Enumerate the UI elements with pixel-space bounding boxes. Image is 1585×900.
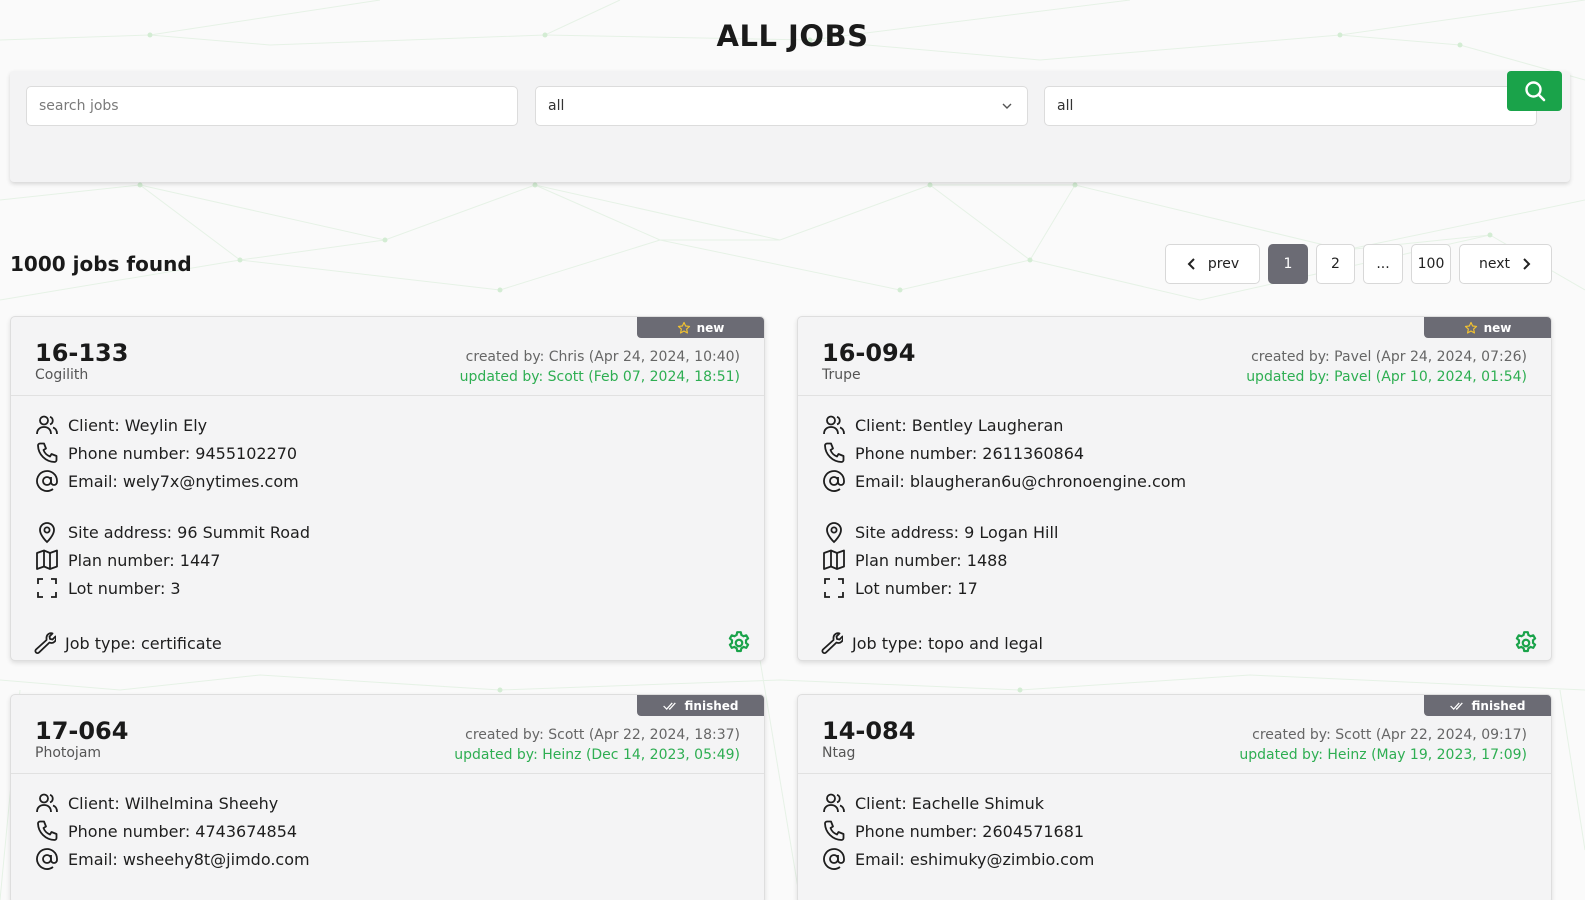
page-ellipsis: ... bbox=[1363, 244, 1403, 284]
page-title: ALL JOBS bbox=[716, 19, 869, 53]
gear-icon[interactable] bbox=[1513, 630, 1539, 656]
wrench-icon bbox=[32, 631, 56, 655]
job-number: 16-133 bbox=[35, 339, 129, 367]
email-row: Email: blaugheran6u@chronoengine.com bbox=[822, 469, 1186, 493]
job-card[interactable]: new 16-094 Trupe created by: Pavel (Apr … bbox=[797, 316, 1552, 661]
at-sign-icon bbox=[822, 469, 846, 493]
jobtype-row: Job type: topo and legal bbox=[819, 631, 1043, 655]
prev-label: prev bbox=[1207, 256, 1240, 272]
users-icon bbox=[35, 791, 59, 815]
search-panel: all all bbox=[10, 71, 1570, 182]
job-card-header: 16-094 Trupe created by: Pavel (Apr 24, … bbox=[798, 317, 1551, 396]
client-row: Client: Bentley Laugheran bbox=[822, 413, 1063, 437]
updated-by: updated by: Pavel (Apr 10, 2024, 01:54) bbox=[1246, 369, 1527, 385]
frame-icon bbox=[35, 576, 59, 600]
phone-row: Phone number: 2604571681 bbox=[822, 819, 1084, 843]
chevron-right-icon bbox=[1523, 258, 1531, 270]
job-company: Cogilith bbox=[35, 367, 89, 383]
updated-by: updated by: Scott (Feb 07, 2024, 18:51) bbox=[459, 369, 740, 385]
phone-icon bbox=[822, 819, 846, 843]
next-page-button[interactable]: next bbox=[1459, 244, 1552, 284]
gear-icon[interactable] bbox=[726, 630, 752, 656]
search-input[interactable] bbox=[39, 98, 517, 114]
job-card-header: 16-133 Cogilith created by: Chris (Apr 2… bbox=[11, 317, 764, 396]
site-row: Site address: 9 Logan Hill bbox=[822, 520, 1058, 544]
search-button[interactable] bbox=[1507, 71, 1562, 111]
email-row: Email: wely7x@nytimes.com bbox=[35, 469, 299, 493]
filter-select-2-value: all bbox=[1057, 98, 1074, 114]
page-button-100[interactable]: 100 bbox=[1411, 244, 1451, 284]
next-label: next bbox=[1478, 256, 1510, 272]
filter-select-1-value: all bbox=[548, 98, 565, 114]
job-card-header: 17-064 Photojam created by: Scott (Apr 2… bbox=[11, 695, 764, 774]
job-company: Trupe bbox=[822, 367, 861, 383]
phone-icon bbox=[35, 441, 59, 465]
created-by: created by: Scott (Apr 22, 2024, 09:17) bbox=[1252, 727, 1527, 743]
users-icon bbox=[822, 791, 846, 815]
chevron-left-icon bbox=[1187, 258, 1195, 270]
phone-row: Phone number: 4743674854 bbox=[35, 819, 297, 843]
updated-by: updated by: Heinz (Dec 14, 2023, 05:49) bbox=[454, 747, 740, 763]
created-by: created by: Scott (Apr 22, 2024, 18:37) bbox=[465, 727, 740, 743]
job-card[interactable]: finished 14-084 Ntag created by: Scott (… bbox=[797, 694, 1552, 900]
filter-select-2[interactable]: all bbox=[1044, 86, 1537, 126]
created-by: created by: Chris (Apr 24, 2024, 10:40) bbox=[465, 349, 740, 365]
email-row: Email: eshimuky@zimbio.com bbox=[822, 847, 1094, 871]
page-button-2[interactable]: 2 bbox=[1316, 244, 1355, 284]
created-by: created by: Pavel (Apr 24, 2024, 07:26) bbox=[1251, 349, 1527, 365]
users-icon bbox=[35, 413, 59, 437]
lot-row: Lot number: 3 bbox=[35, 576, 181, 600]
map-icon bbox=[35, 548, 59, 572]
plan-row: Plan number: 1447 bbox=[35, 548, 220, 572]
wrench-icon bbox=[819, 631, 843, 655]
job-number: 16-094 bbox=[822, 339, 916, 367]
at-sign-icon bbox=[35, 847, 59, 871]
phone-row: Phone number: 9455102270 bbox=[35, 441, 297, 465]
map-pin-icon bbox=[35, 520, 59, 544]
prev-page-button[interactable]: prev bbox=[1165, 244, 1260, 284]
phone-icon bbox=[822, 441, 846, 465]
page-button-1[interactable]: 1 bbox=[1268, 244, 1308, 284]
job-card[interactable]: finished 17-064 Photojam created by: Sco… bbox=[10, 694, 765, 900]
frame-icon bbox=[822, 576, 846, 600]
at-sign-icon bbox=[35, 469, 59, 493]
job-card[interactable]: new 16-133 Cogilith created by: Chris (A… bbox=[10, 316, 765, 661]
at-sign-icon bbox=[822, 847, 846, 871]
client-row: Client: Eachelle Shimuk bbox=[822, 791, 1044, 815]
client-row: Client: Weylin Ely bbox=[35, 413, 207, 437]
job-company: Ntag bbox=[822, 745, 856, 761]
email-row: Email: wsheehy8t@jimdo.com bbox=[35, 847, 310, 871]
client-row: Client: Wilhelmina Sheehy bbox=[35, 791, 278, 815]
chevron-down-icon bbox=[1002, 103, 1012, 109]
search-icon bbox=[1524, 81, 1545, 102]
users-icon bbox=[822, 413, 846, 437]
map-icon bbox=[822, 548, 846, 572]
filter-select-1[interactable]: all bbox=[535, 86, 1028, 126]
lot-row: Lot number: 17 bbox=[822, 576, 978, 600]
phone-row: Phone number: 2611360864 bbox=[822, 441, 1084, 465]
phone-icon bbox=[35, 819, 59, 843]
jobtype-row: Job type: certificate bbox=[32, 631, 222, 655]
results-count: 1000 jobs found bbox=[10, 252, 192, 276]
site-row: Site address: 96 Summit Road bbox=[35, 520, 310, 544]
job-number: 14-084 bbox=[822, 717, 916, 745]
updated-by: updated by: Heinz (May 19, 2023, 17:09) bbox=[1239, 747, 1527, 763]
map-pin-icon bbox=[822, 520, 846, 544]
job-card-header: 14-084 Ntag created by: Scott (Apr 22, 2… bbox=[798, 695, 1551, 774]
search-field[interactable] bbox=[26, 86, 518, 126]
job-number: 17-064 bbox=[35, 717, 129, 745]
plan-row: Plan number: 1488 bbox=[822, 548, 1007, 572]
job-company: Photojam bbox=[35, 745, 102, 761]
